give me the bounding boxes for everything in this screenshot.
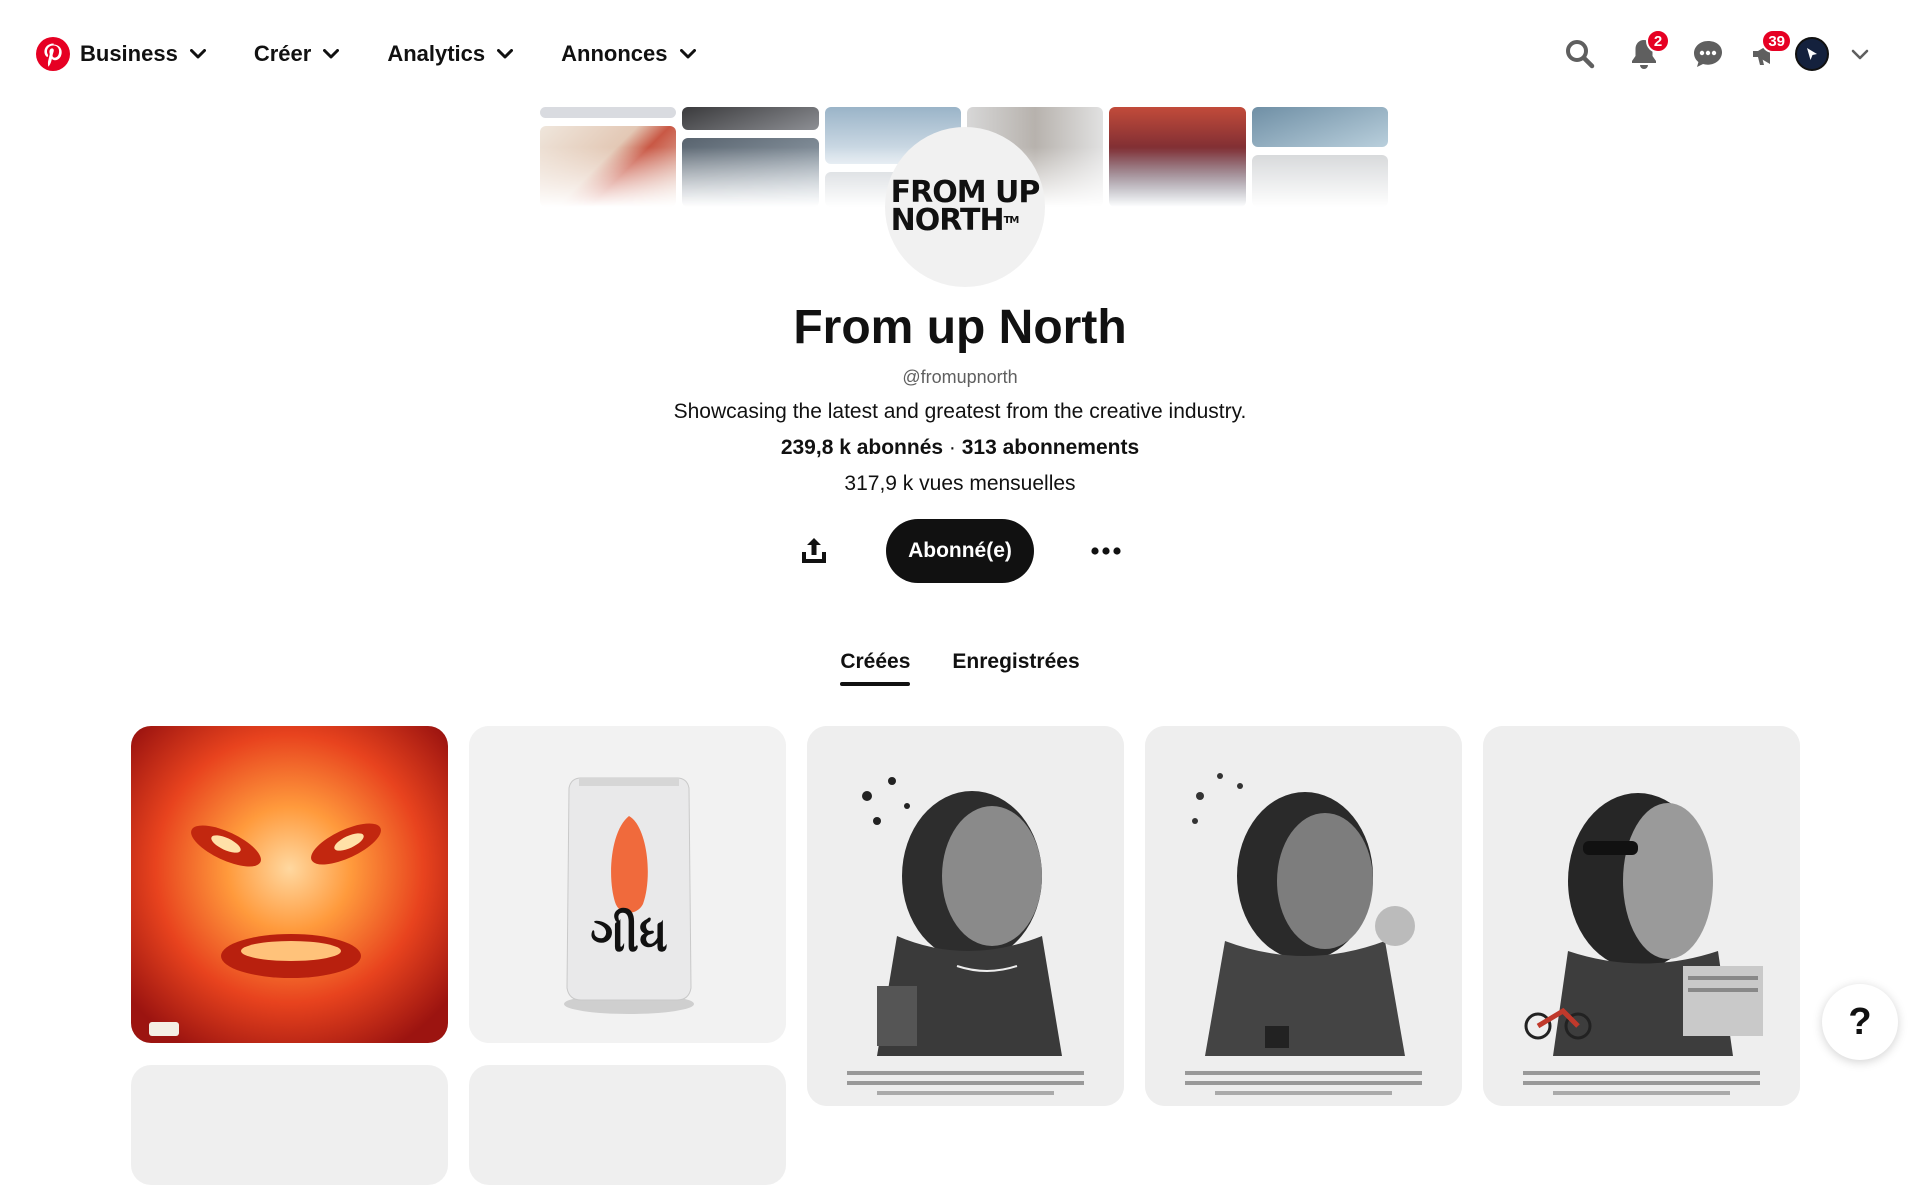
avatar-logo-word: NORTH xyxy=(890,203,1005,238)
nav-business-label: Business xyxy=(80,41,178,66)
account-button[interactable] xyxy=(1788,26,1836,82)
pin-card[interactable]: ગીધ xyxy=(469,726,786,1043)
pin-image xyxy=(807,726,1124,1106)
cover-image xyxy=(682,137,819,207)
pin-card[interactable] xyxy=(807,726,1124,1106)
profile-tabs: Créées Enregistrées xyxy=(0,650,1920,686)
nav-ads-menu[interactable]: Annonces xyxy=(561,30,696,78)
notifications-badge: 2 xyxy=(1646,29,1670,53)
pinterest-logo-icon[interactable] xyxy=(36,37,70,71)
cover-image xyxy=(1251,107,1388,148)
cover-column xyxy=(682,107,819,207)
top-navigation: Business Créer Analytics Annonces 2 39 xyxy=(0,0,1920,108)
notifications-button[interactable]: 2 xyxy=(1612,26,1676,82)
search-button[interactable] xyxy=(1548,26,1612,82)
search-icon xyxy=(1566,40,1595,69)
cover-image xyxy=(540,125,677,207)
pin-column xyxy=(1145,726,1462,1106)
profile-avatar-logo: FROM UP NORTHTM xyxy=(891,178,1041,236)
chevron-down-icon xyxy=(189,49,206,59)
pin-card[interactable] xyxy=(1483,726,1800,1106)
nav-create-menu[interactable]: Créer xyxy=(253,30,340,78)
avatar-logo-line: NORTHTM xyxy=(891,206,1040,236)
account-menu-button[interactable] xyxy=(1836,26,1884,82)
pin-card[interactable] xyxy=(1145,726,1462,1106)
svg-text:ગીધ: ગીધ xyxy=(590,907,668,963)
share-icon xyxy=(802,538,827,563)
chevron-down-icon xyxy=(1851,49,1869,59)
pin-image: ગીધ xyxy=(469,726,786,1043)
cover-image xyxy=(682,107,819,130)
cover-image xyxy=(1109,107,1246,207)
profile-actions: Abonné(e) xyxy=(0,518,1920,584)
avatar xyxy=(1795,37,1829,71)
cover-column xyxy=(540,107,677,207)
stats-separator: · xyxy=(943,436,962,459)
following-button[interactable]: Abonné(e) xyxy=(886,519,1034,583)
chevron-down-icon xyxy=(679,49,696,59)
updates-button[interactable]: 39 xyxy=(1740,26,1792,82)
profile-stats: 239,8 k abonnés · 313 abonnements xyxy=(0,436,1920,460)
pin-card[interactable] xyxy=(469,1065,786,1185)
more-horizontal-icon xyxy=(1091,547,1121,555)
nav-analytics-menu[interactable]: Analytics xyxy=(387,30,514,78)
pin-column xyxy=(131,726,448,1185)
avatar-logo-tm: TM xyxy=(1003,215,1020,226)
pin-column xyxy=(1483,726,1800,1106)
cover-column xyxy=(1251,107,1388,207)
tab-created[interactable]: Créées xyxy=(840,650,911,686)
nav-business-menu[interactable]: Business xyxy=(80,30,206,78)
profile-handle: @fromupnorth xyxy=(902,367,1018,387)
cover-column xyxy=(1109,107,1246,207)
chevron-down-icon xyxy=(497,49,514,59)
nav-right-actions: 2 39 xyxy=(1548,26,1884,82)
nav-analytics-label: Analytics xyxy=(387,41,486,66)
pin-column xyxy=(807,726,1124,1106)
help-button[interactable]: ? xyxy=(1822,984,1898,1060)
tab-saved[interactable]: Enregistrées xyxy=(952,650,1079,686)
nav-ads-label: Annonces xyxy=(561,41,668,66)
cursor-icon xyxy=(1807,48,1817,60)
profile-avatar[interactable]: FROM UP NORTHTM xyxy=(885,127,1045,287)
followers-count[interactable]: 239,8 k abonnés xyxy=(781,436,943,459)
pin-column: ગીધ xyxy=(469,726,786,1185)
nav-create-label: Créer xyxy=(253,41,312,66)
pin-image xyxy=(1483,726,1800,1106)
chat-bubble-icon xyxy=(1694,41,1722,67)
monthly-views: 317,9 k vues mensuelles xyxy=(844,472,1076,495)
more-options-button[interactable] xyxy=(1078,523,1134,579)
profile-bio: Showcasing the latest and greatest from … xyxy=(673,400,1247,423)
profile-name: From up North xyxy=(793,301,1127,354)
cover-image xyxy=(540,107,677,118)
messages-button[interactable] xyxy=(1676,26,1740,82)
following-count[interactable]: 313 abonnements xyxy=(962,436,1139,459)
pin-grid: ગીધ xyxy=(131,726,1800,1185)
pin-card[interactable] xyxy=(131,1065,448,1185)
chevron-down-icon xyxy=(323,49,340,59)
pin-card[interactable] xyxy=(131,726,448,1043)
pin-image xyxy=(1145,726,1462,1106)
cover-image xyxy=(1251,155,1388,207)
pin-image xyxy=(131,726,448,1043)
share-button[interactable] xyxy=(786,523,842,579)
